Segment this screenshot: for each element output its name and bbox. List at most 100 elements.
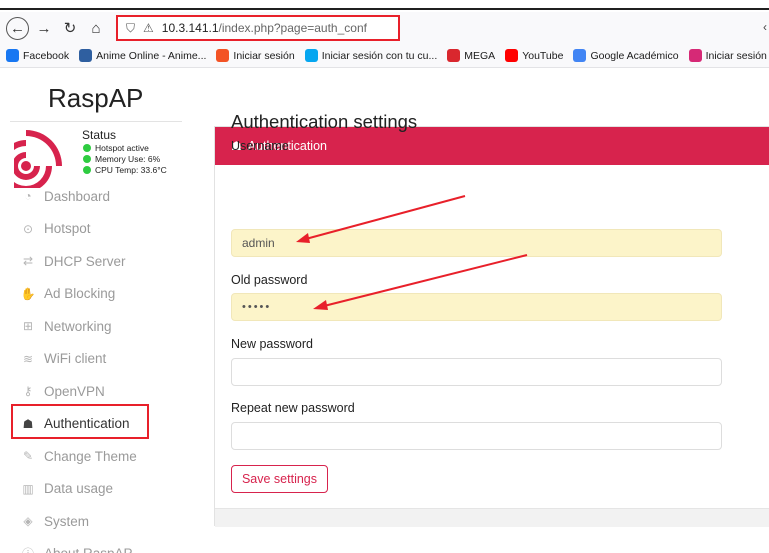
bookmark-item[interactable]: MEGA <box>447 49 495 62</box>
bookmark-item[interactable]: Iniciar sesión <box>216 49 295 62</box>
bookmark-label: YouTube <box>522 49 564 62</box>
sidebar-item-system[interactable]: ◈ System <box>0 505 190 538</box>
hotspot-icon: ⊙ <box>22 221 34 236</box>
bookmark-label: MEGA <box>464 49 496 62</box>
sidebar-item-dhcp-server[interactable]: ⇄ DHCP Server <box>0 245 190 278</box>
reload-button[interactable]: ↻ <box>59 17 81 39</box>
highlight-box <box>11 404 149 439</box>
wifi-icon: ≋ <box>22 351 34 366</box>
sidebar-menu: ◔ Dashboard ⊙ Hotspot ⇄ DHCP Server ✋ Ad Blocki… <box>0 180 190 553</box>
bookmark-favicon-icon <box>304 49 318 62</box>
sidebar-item-data-usage[interactable]: ▥ Data usage <box>0 473 190 506</box>
url-path: /index.php?page=auth_conf <box>218 21 367 35</box>
insecure-lock-icon: ⚠ <box>143 21 154 35</box>
hand-icon: ✋ <box>20 286 36 301</box>
repeat-password-input[interactable] <box>231 422 722 450</box>
bookmark-favicon-icon <box>505 49 519 62</box>
cube-icon: ◈ <box>23 514 33 529</box>
new-password-input[interactable] <box>231 358 722 386</box>
shield-icon: ⛉ <box>126 20 136 35</box>
save-settings-button[interactable]: Save settings <box>231 465 328 493</box>
window-top-edge <box>0 0 769 10</box>
sidebar-item-dashboard[interactable]: ◔ Dashboard <box>0 180 190 213</box>
status-cpu: CPU Temp: 33.6°C <box>83 165 167 175</box>
back-button[interactable]: ← <box>6 16 29 40</box>
url-text: 10.3.141.1/index.php?page=auth_conf <box>162 21 367 35</box>
exchange-icon: ⇄ <box>22 254 34 269</box>
username-input[interactable]: admin <box>231 229 722 257</box>
toolbar-overflow-icon[interactable]: ‹ <box>763 20 767 34</box>
status-dot-icon <box>83 166 91 174</box>
bookmark-item[interactable]: YouTube <box>505 49 563 62</box>
sidebar-item-networking[interactable]: ⊞ Networking <box>0 310 190 343</box>
home-icon: ⌂ <box>91 19 101 37</box>
info-icon: ⓘ <box>20 545 36 553</box>
bookmark-label: Iniciar sesión <box>233 49 295 62</box>
status-memory: Memory Use: 6% <box>83 154 160 164</box>
sidebar-item-wifi-client[interactable]: ≋ WiFi client <box>0 343 190 376</box>
key-icon: ⚷ <box>23 384 33 399</box>
sidebar-item-label: Change Theme <box>44 448 137 464</box>
sidebar-item-label: Ad Blocking <box>44 286 116 302</box>
bookmark-item[interactable]: Facebook <box>6 49 69 62</box>
bookmark-label: Iniciar sesión con tu cu... <box>321 49 438 62</box>
bookmark-item[interactable]: Anime Online - Anime... <box>79 49 206 62</box>
status-text: Memory Use: 6% <box>95 154 161 164</box>
old-password-label: Old password <box>231 273 308 287</box>
sidebar-item-label: System <box>44 513 90 529</box>
sidebar-item-label: Networking <box>44 318 112 334</box>
reload-icon: ↻ <box>63 20 77 37</box>
bookmark-item[interactable]: Google Académico <box>573 49 679 62</box>
card-footer <box>215 508 769 527</box>
brush-icon: ✎ <box>22 449 34 464</box>
bookmark-favicon-icon <box>6 49 19 62</box>
sidebar-item-label: Hotspot <box>44 221 91 237</box>
sidebar-item-label: DHCP Server <box>44 253 126 269</box>
status-text: Hotspot active <box>95 143 149 153</box>
status-dot-icon <box>83 144 91 152</box>
bookmark-favicon-icon <box>447 49 461 62</box>
arrow-right-icon: → <box>36 19 52 37</box>
status-hotspot: Hotspot active <box>83 143 149 153</box>
arrow-left-icon: ← <box>10 19 25 37</box>
bookmarks-bar: Facebook Anime Online - Anime... Iniciar s… <box>0 44 769 68</box>
browser-toolbar: ← → ↻ ⌂ ⛉ ⚠ 10.3.141.1/index.php?page=au… <box>0 12 769 44</box>
bookmark-favicon-icon <box>79 49 93 62</box>
status-title: Status <box>82 128 117 142</box>
username-label: Username <box>231 139 289 153</box>
page-heading: Authentication settings <box>231 111 418 132</box>
forward-button[interactable]: → <box>33 17 55 39</box>
sidebar-item-label: Dashboard <box>44 188 111 204</box>
sidebar-item-ad-blocking[interactable]: ✋ Ad Blocking <box>0 278 190 311</box>
url-host: 10.3.141.1 <box>161 21 219 35</box>
bookmark-label: Anime Online - Anime... <box>96 49 207 62</box>
bookmark-favicon-icon <box>216 49 230 62</box>
sidebar-item-label: About RaspAP <box>44 546 133 553</box>
bookmark-favicon-icon <box>573 49 587 62</box>
divider <box>10 121 182 122</box>
status-dot-icon <box>83 155 91 163</box>
repeat-password-label: Repeat new password <box>231 401 355 415</box>
new-password-label: New password <box>231 337 313 351</box>
sidebar-item-change-theme[interactable]: ✎ Change Theme <box>0 440 190 473</box>
bookmark-favicon-icon <box>688 49 702 62</box>
old-password-input[interactable]: ••••• <box>231 293 722 321</box>
status-text: CPU Temp: 33.6°C <box>95 165 167 175</box>
bookmark-label: Facebook <box>23 49 70 62</box>
sidebar: RaspAP Status Hotspot active Memory Use:… <box>0 68 190 553</box>
bookmark-label: Google Académico <box>590 49 679 62</box>
chart-icon: ▥ <box>22 481 34 496</box>
sidebar-item-label: WiFi client <box>44 351 107 367</box>
bookmark-label: Iniciar sesión • Insta <box>705 49 769 62</box>
brand-title[interactable]: RaspAP <box>48 83 143 114</box>
bookmark-item[interactable]: Iniciar sesión con tu cu... <box>304 49 438 62</box>
network-icon: ⊞ <box>22 319 34 334</box>
home-button[interactable]: ⌂ <box>85 17 107 39</box>
sidebar-item-about-raspap[interactable]: ⓘ About RaspAP <box>0 538 190 553</box>
sidebar-item-openvpn[interactable]: ⚷ OpenVPN <box>0 375 190 408</box>
sidebar-item-label: Data usage <box>44 481 114 497</box>
sidebar-item-hotspot[interactable]: ⊙ Hotspot <box>0 213 190 246</box>
address-bar[interactable]: ⛉ ⚠ 10.3.141.1/index.php?page=auth_conf <box>116 15 400 41</box>
bookmark-item[interactable]: Iniciar sesión • Insta <box>688 49 769 62</box>
sidebar-item-label: OpenVPN <box>44 383 105 399</box>
